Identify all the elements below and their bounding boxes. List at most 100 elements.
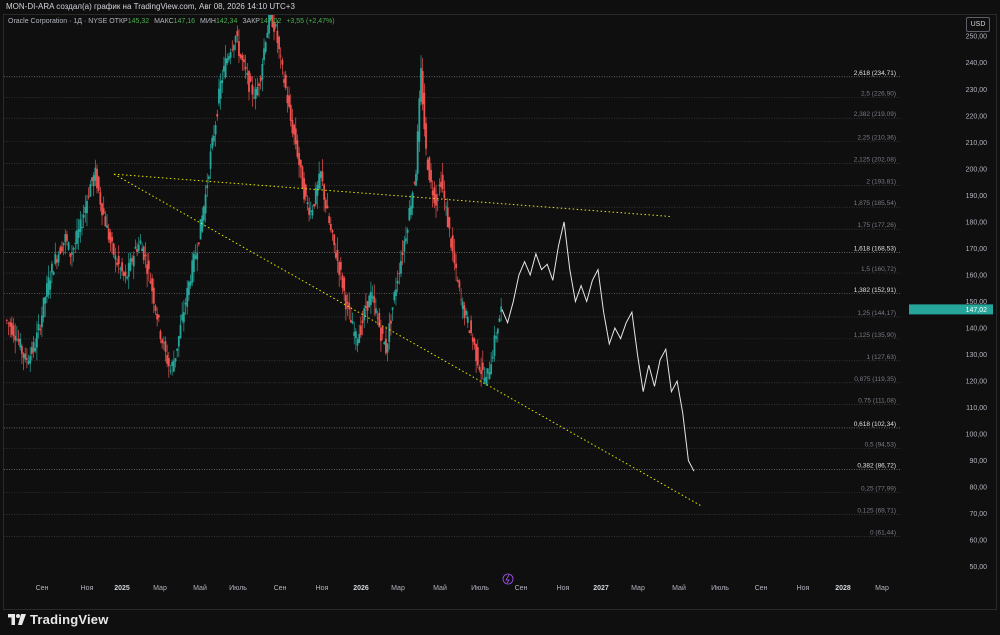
candle-body <box>309 210 312 212</box>
candle-body <box>395 289 397 296</box>
candle-body <box>473 338 476 345</box>
candle-body <box>430 169 432 183</box>
time-label: Июль <box>229 585 247 592</box>
candle-body <box>481 362 484 371</box>
candle-body <box>29 355 32 364</box>
candle-body <box>216 113 219 117</box>
fib-label: 1,382 (152,91) <box>854 287 896 294</box>
candle-body <box>383 342 386 345</box>
current-price-value: 147,02 <box>966 307 988 314</box>
price-tick: 250,00 <box>966 34 988 41</box>
candle-body <box>334 252 337 258</box>
fib-label: 1,25 (144,17) <box>857 310 896 317</box>
candle-body <box>420 68 422 102</box>
candle-body <box>114 255 117 260</box>
candle-body <box>256 86 259 96</box>
candle-body <box>101 203 103 216</box>
candle-body <box>373 296 376 303</box>
candle-body <box>96 168 98 189</box>
price-tick: 220,00 <box>966 113 988 120</box>
candle-body <box>214 125 217 135</box>
event-marker-icon <box>502 573 514 585</box>
candle-body <box>74 243 77 245</box>
candle-body <box>132 256 135 267</box>
candle-body <box>359 325 362 336</box>
candle-body <box>241 55 244 61</box>
tradingview-logo[interactable]: TradingView <box>8 612 109 627</box>
candle-body <box>62 242 65 246</box>
candle-body <box>196 252 199 260</box>
candle-body <box>27 360 30 364</box>
candle-body <box>243 59 245 63</box>
candle-body <box>119 268 122 270</box>
candle-body <box>228 56 230 60</box>
candle-body <box>197 242 200 244</box>
candle-body <box>319 171 322 178</box>
candle-body <box>206 185 209 189</box>
price-tick: 60,00 <box>969 538 987 545</box>
projection-path <box>501 221 695 472</box>
candle-body <box>106 225 108 228</box>
candle-body <box>385 338 387 354</box>
candle-body <box>415 173 417 186</box>
candle-body <box>179 324 182 338</box>
candle-body <box>381 326 384 334</box>
candle-body <box>76 230 78 244</box>
candle-body <box>56 259 58 263</box>
candle-body <box>408 207 411 221</box>
fib-label: 1,5 (160,72) <box>861 266 896 273</box>
candle-body <box>378 312 381 327</box>
candle-body <box>485 376 488 385</box>
candle-body <box>116 262 118 265</box>
candle-body <box>41 315 43 328</box>
symbol-name[interactable]: Oracle Corporation · 1Д · NYSE <box>8 18 107 25</box>
candle-body <box>425 123 427 149</box>
fib-label: 0 (61,44) <box>870 529 896 536</box>
candle-body <box>291 120 294 134</box>
candle-body <box>149 280 152 284</box>
candle-body <box>121 262 123 272</box>
candle-body <box>339 261 342 270</box>
candle-body <box>92 175 95 187</box>
candle-body <box>380 327 382 342</box>
price-axis[interactable]: 250,00 240,00 230,00 220,00 210,00 200,00 190,… <box>903 15 995 595</box>
fib-label: 1,125 (135,90) <box>854 332 896 339</box>
candle-body <box>131 258 133 262</box>
candle-body <box>351 321 354 324</box>
open-label: ОТКР <box>109 18 128 25</box>
candle-body <box>199 219 202 240</box>
time-label: Сен <box>755 585 768 592</box>
candle-body <box>461 301 464 310</box>
candle-body <box>331 230 334 233</box>
candle-body <box>393 292 396 301</box>
candle-body <box>19 338 22 348</box>
candle-body <box>294 128 297 144</box>
candle-body <box>224 58 227 78</box>
candle-body <box>368 295 371 308</box>
candle-body <box>263 48 265 61</box>
trendline-lower <box>113 173 702 507</box>
candle-body <box>176 348 179 351</box>
candle-body <box>112 243 115 256</box>
candle-body <box>466 316 469 323</box>
candle-body <box>333 234 336 246</box>
bottom-bar <box>0 610 1000 635</box>
fib-label: 0,618 (102,34) <box>854 421 896 428</box>
candle-body <box>57 254 60 263</box>
candle-body <box>154 305 157 311</box>
chart-pane[interactable]: 2,618 (234,71) 2,5 (226,90) 2,382 (219,09)… <box>4 15 900 595</box>
candle-body <box>152 287 155 304</box>
currency-button[interactable]: USD <box>966 17 990 32</box>
candle-body <box>458 280 461 288</box>
fib-label: 0,25 (77,99) <box>861 485 896 492</box>
candle-body <box>471 337 474 342</box>
candle-body <box>311 210 314 216</box>
candle-body <box>276 30 279 43</box>
candle-body <box>390 320 392 324</box>
candle-body <box>411 192 414 209</box>
candle-body <box>349 319 352 323</box>
candle-body <box>66 234 68 241</box>
candle-body <box>30 347 33 354</box>
candle-body <box>144 254 147 257</box>
fib-label: 0,5 (94,53) <box>865 442 896 449</box>
